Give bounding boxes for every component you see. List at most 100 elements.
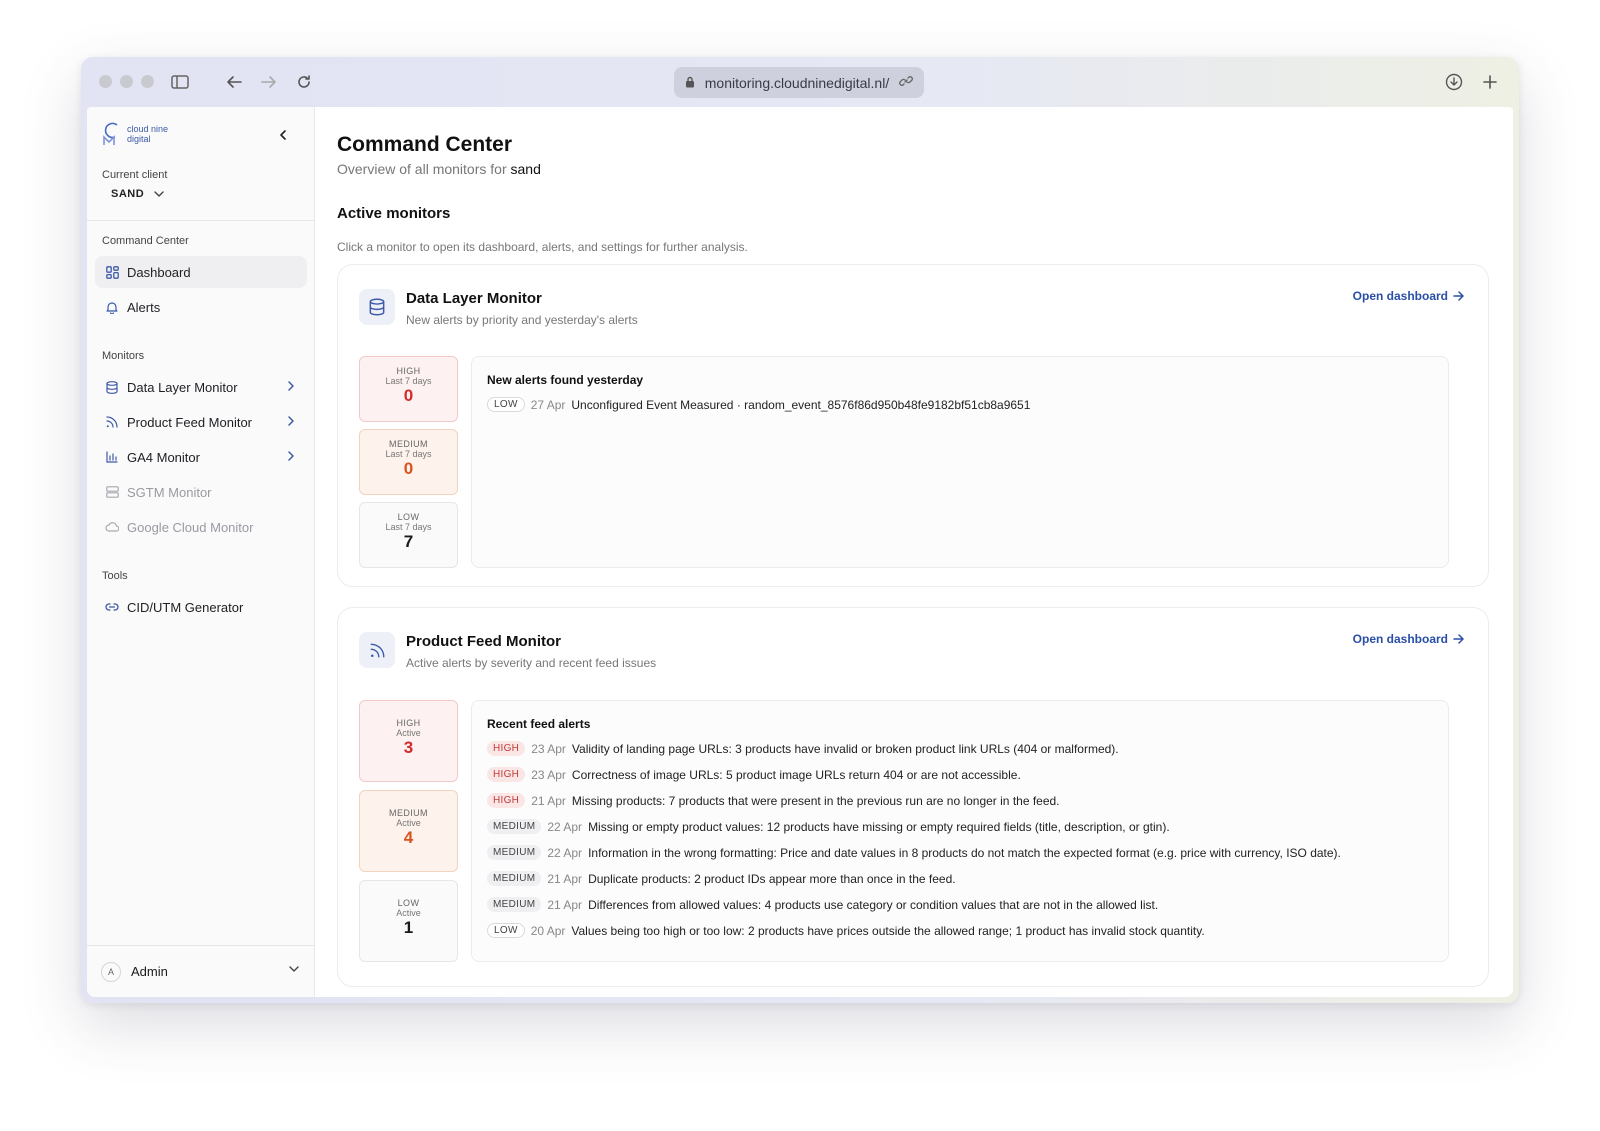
database-icon bbox=[359, 289, 395, 325]
sidebar-item-cid-utm-generator[interactable]: CID/UTM Generator bbox=[95, 591, 307, 623]
stat-value: 0 bbox=[403, 386, 414, 405]
stat-period: Active bbox=[396, 728, 421, 738]
stat-value: 1 bbox=[403, 918, 414, 937]
alert-date: 21 Apr bbox=[547, 897, 583, 912]
page-subtitle: Overview of all monitors for sand bbox=[337, 161, 541, 177]
panel-title: New alerts found yesterday bbox=[487, 373, 644, 387]
low-stat-box: LOW Active 1 bbox=[359, 880, 458, 962]
sidebar-item-label: Product Feed Monitor bbox=[127, 414, 253, 430]
cloud-logo-icon bbox=[103, 122, 118, 145]
collapse-sidebar-button[interactable] bbox=[271, 123, 295, 147]
stat-period: Last 7 days bbox=[385, 376, 432, 386]
tools-section-label: Tools bbox=[102, 570, 128, 582]
server-icon bbox=[105, 485, 119, 499]
list-item[interactable]: MEDIUM 21 Apr Differences from allowed v… bbox=[487, 897, 1158, 912]
list-item[interactable]: HIGH 21 Apr Missing products: 7 products… bbox=[487, 793, 1060, 808]
alert-date: 20 Apr bbox=[530, 923, 566, 938]
window-controls bbox=[99, 75, 154, 88]
stat-value: 7 bbox=[403, 532, 414, 551]
monitors-section-label: Monitors bbox=[102, 350, 145, 362]
chevron-right-icon bbox=[288, 416, 294, 426]
sidebar-item-alerts[interactable]: Alerts bbox=[95, 291, 307, 323]
alert-date: 22 Apr bbox=[547, 845, 583, 860]
medium-stat-box: MEDIUM Last 7 days 0 bbox=[359, 429, 458, 495]
minimize-window-button[interactable] bbox=[120, 75, 133, 88]
chevron-right-icon bbox=[288, 381, 294, 391]
sidebar-item-data-layer-monitor[interactable]: Data Layer Monitor bbox=[95, 371, 307, 403]
sidebar-toggle-icon[interactable] bbox=[168, 70, 192, 94]
data-layer-monitor-card[interactable]: Data Layer Monitor New alerts by priorit… bbox=[337, 264, 1489, 587]
sidebar-item-label: Data Layer Monitor bbox=[127, 379, 238, 395]
page-content: cloud nine digital Current client SAND C… bbox=[87, 107, 1513, 997]
severity-badge: HIGH bbox=[487, 793, 526, 808]
stat-period: Last 7 days bbox=[385, 522, 432, 532]
sidebar-item-label: Alerts bbox=[127, 299, 161, 315]
open-dashboard-link[interactable]: Open dashboard bbox=[1353, 289, 1464, 303]
forward-arrow-icon[interactable] bbox=[257, 70, 281, 94]
alert-date: 22 Apr bbox=[547, 819, 583, 834]
link-icon[interactable] bbox=[899, 74, 914, 91]
user-menu[interactable]: A Admin bbox=[87, 945, 315, 997]
yesterday-alerts-panel: New alerts found yesterday LOW 27 Apr Un… bbox=[471, 356, 1449, 568]
back-arrow-icon[interactable] bbox=[222, 70, 246, 94]
stat-level: HIGH bbox=[396, 366, 421, 376]
card-title: Product Feed Monitor bbox=[406, 633, 561, 650]
sidebar-item-label: Google Cloud Monitor bbox=[127, 519, 254, 535]
user-name: Admin bbox=[131, 964, 168, 979]
rss-icon bbox=[105, 415, 119, 429]
subtitle-prefix: Overview of all monitors for bbox=[337, 161, 507, 177]
severity-badge: HIGH bbox=[487, 741, 526, 756]
stat-period: Active bbox=[396, 818, 421, 828]
list-item[interactable]: MEDIUM 21 Apr Duplicate products: 2 prod… bbox=[487, 871, 956, 886]
alert-text: Differences from allowed values: 4 produ… bbox=[588, 897, 1159, 912]
stat-level: HIGH bbox=[396, 718, 421, 728]
severity-badge: MEDIUM bbox=[487, 871, 542, 886]
rss-icon bbox=[359, 632, 395, 668]
sidebar-item-product-feed-monitor[interactable]: Product Feed Monitor bbox=[95, 406, 307, 438]
close-window-button[interactable] bbox=[99, 75, 112, 88]
sidebar-item-dashboard[interactable]: Dashboard bbox=[95, 256, 307, 288]
arrow-right-icon bbox=[1453, 634, 1464, 644]
low-stat-box: LOW Last 7 days 7 bbox=[359, 502, 458, 568]
section-title: Active monitors bbox=[337, 205, 451, 222]
list-item[interactable]: HIGH 23 Apr Validity of landing page URL… bbox=[487, 741, 1119, 756]
open-dashboard-label: Open dashboard bbox=[1352, 632, 1448, 646]
address-bar[interactable]: monitoring.cloudninedigital.nl/ bbox=[674, 67, 924, 98]
sidebar-item-ga4-monitor[interactable]: GA4 Monitor bbox=[95, 441, 307, 473]
list-item[interactable]: LOW 20 Apr Values being too high or too … bbox=[487, 923, 1205, 938]
list-item[interactable]: HIGH 23 Apr Correctness of image URLs: 5… bbox=[487, 767, 1021, 782]
panel-title: Recent feed alerts bbox=[487, 717, 591, 731]
open-dashboard-link[interactable]: Open dashboard bbox=[1353, 632, 1464, 646]
alert-date: 23 Apr bbox=[531, 767, 566, 782]
list-item[interactable]: MEDIUM 22 Apr Missing or empty product v… bbox=[487, 819, 1170, 834]
stat-level: MEDIUM bbox=[389, 439, 428, 449]
severity-badge: LOW bbox=[487, 923, 525, 938]
url-text: monitoring.cloudninedigital.nl/ bbox=[704, 74, 890, 91]
download-icon[interactable] bbox=[1442, 70, 1466, 94]
maximize-window-button[interactable] bbox=[141, 75, 154, 88]
alert-date: 23 Apr bbox=[531, 741, 566, 756]
client-value: SAND bbox=[111, 188, 145, 200]
reload-icon[interactable] bbox=[292, 70, 316, 94]
list-item[interactable]: MEDIUM 22 Apr Information in the wrong f… bbox=[487, 845, 1341, 860]
database-icon bbox=[105, 380, 119, 394]
alert-date: 21 Apr bbox=[531, 793, 566, 808]
client-select[interactable]: SAND bbox=[103, 184, 172, 204]
browser-titlebar: monitoring.cloudninedigital.nl/ bbox=[81, 57, 1519, 107]
sidebar-item-label: SGTM Monitor bbox=[127, 484, 212, 500]
product-feed-monitor-card[interactable]: Product Feed Monitor Active alerts by se… bbox=[337, 607, 1489, 987]
list-item[interactable]: LOW 27 Apr Unconfigured Event Measured ·… bbox=[487, 397, 1030, 412]
severity-badge: LOW bbox=[487, 397, 525, 412]
brand-logo[interactable]: cloud nine digital bbox=[101, 121, 168, 147]
main-area: Command Center Overview of all monitors … bbox=[316, 107, 1513, 997]
arrow-right-icon bbox=[1453, 291, 1464, 301]
high-stat-box: HIGH Last 7 days 0 bbox=[359, 356, 458, 422]
card-title: Data Layer Monitor bbox=[406, 290, 542, 307]
medium-stat-box: MEDIUM Active 4 bbox=[359, 790, 458, 872]
stat-value: 4 bbox=[403, 828, 414, 847]
chevron-down-icon bbox=[289, 966, 299, 972]
alert-text: Values being too high or too low: 2 prod… bbox=[571, 923, 1205, 938]
alert-date: 21 Apr bbox=[547, 871, 583, 886]
new-tab-icon[interactable] bbox=[1478, 70, 1502, 94]
bar-chart-icon bbox=[105, 450, 119, 464]
